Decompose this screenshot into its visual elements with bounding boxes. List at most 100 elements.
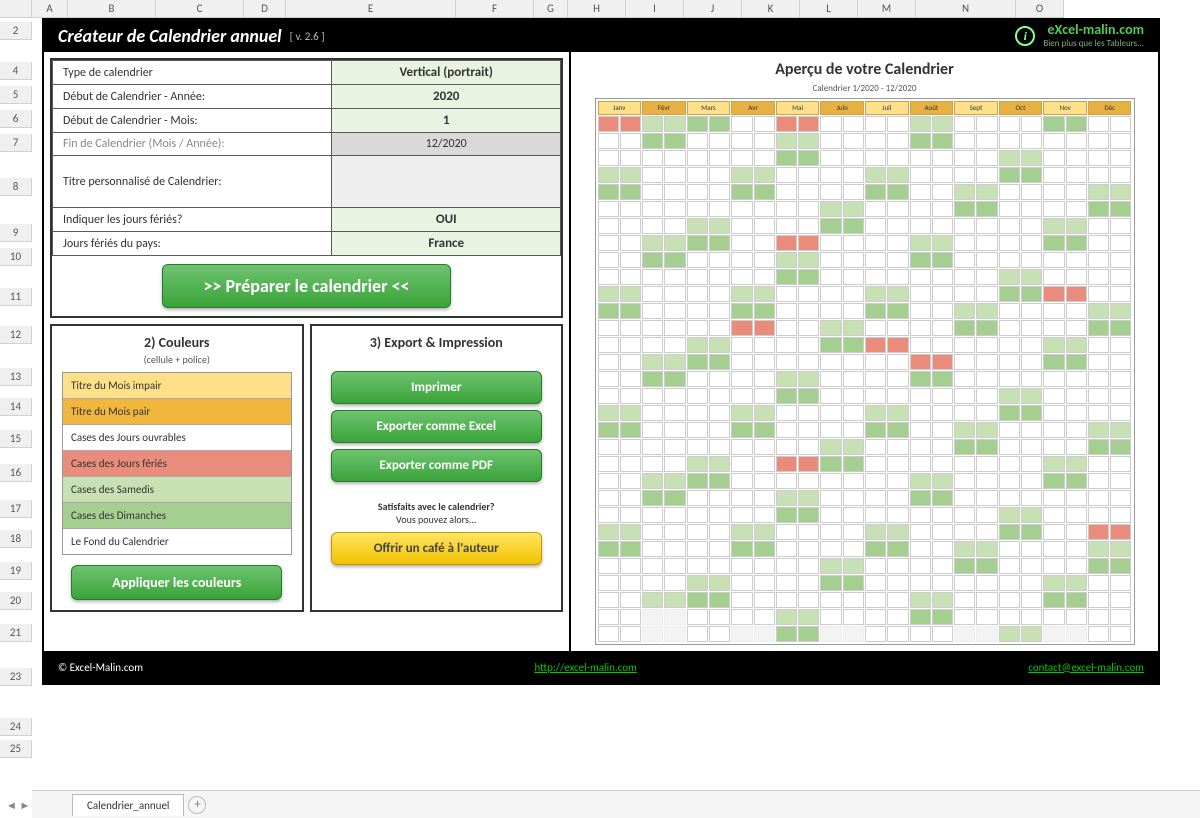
- day-cell: [1021, 422, 1042, 438]
- row-header[interactable]: 19: [0, 562, 32, 580]
- column-header[interactable]: G: [534, 0, 568, 18]
- day-cell: [798, 439, 819, 455]
- prepare-button[interactable]: >> Préparer le calendrier <<: [162, 264, 450, 308]
- day-cell: [1021, 524, 1042, 540]
- row-header[interactable]: 8: [0, 178, 32, 196]
- type-value[interactable]: Vertical (portrait): [332, 61, 561, 85]
- row-header[interactable]: 15: [0, 430, 32, 448]
- info-icon[interactable]: i: [1015, 26, 1035, 46]
- column-header[interactable]: O: [1016, 0, 1064, 18]
- day-cell: [1066, 456, 1087, 472]
- start-month-value[interactable]: 1: [332, 109, 561, 133]
- row-header[interactable]: 16: [0, 464, 32, 482]
- column-header[interactable]: N: [916, 0, 1016, 18]
- add-sheet-button[interactable]: +: [188, 796, 206, 814]
- day-cell: [1043, 541, 1064, 557]
- custom-title-value[interactable]: [332, 156, 561, 208]
- row-header[interactable]: 7: [0, 134, 32, 152]
- day-cell: [820, 337, 841, 353]
- day-cell: [1088, 592, 1109, 608]
- day-cell: [664, 133, 685, 149]
- day-cell: [1110, 541, 1131, 557]
- column-header[interactable]: M: [858, 0, 916, 18]
- row-header[interactable]: 21: [0, 624, 32, 642]
- column-header[interactable]: I: [626, 0, 684, 18]
- sheet-tab[interactable]: Calendrier_annuel: [72, 794, 184, 816]
- day-cell: [598, 116, 619, 132]
- month-header: Févr: [642, 101, 686, 115]
- footer-contact[interactable]: contact@excel-malin.com: [1028, 661, 1144, 674]
- column-header[interactable]: F: [456, 0, 534, 18]
- row-header[interactable]: 4: [0, 62, 32, 80]
- column-header[interactable]: A: [32, 0, 68, 18]
- day-cell: [843, 626, 864, 642]
- color-option[interactable]: Cases des Dimanches: [63, 503, 291, 529]
- day-cell: [1043, 320, 1064, 336]
- row-header[interactable]: 12: [0, 326, 32, 344]
- country-value[interactable]: France: [332, 232, 561, 256]
- column-header[interactable]: L: [800, 0, 858, 18]
- footer-url[interactable]: http://excel-malin.com: [534, 661, 636, 674]
- column-header[interactable]: D: [244, 0, 286, 18]
- row-header[interactable]: 5: [0, 86, 32, 104]
- color-option[interactable]: Cases des Jours ouvrables: [63, 425, 291, 451]
- column-header[interactable]: B: [68, 0, 156, 18]
- row-header[interactable]: 10: [0, 248, 32, 266]
- day-cell: [865, 303, 886, 319]
- row-header[interactable]: 2: [0, 22, 32, 40]
- day-cell: [598, 269, 619, 285]
- column-header[interactable]: J: [684, 0, 742, 18]
- day-cell: [1088, 320, 1109, 336]
- column-header[interactable]: H: [568, 0, 626, 18]
- brand-block[interactable]: eXcel-malin.com Bien plus que les Tableu…: [1043, 23, 1144, 49]
- color-option[interactable]: Le Fond du Calendrier: [63, 529, 291, 554]
- coffee-button[interactable]: Offrir un café à l'auteur: [331, 532, 542, 565]
- day-cell: [754, 184, 775, 200]
- day-cell: [887, 116, 908, 132]
- color-option[interactable]: Titre du Mois impair: [63, 373, 291, 399]
- day-cell: [1088, 286, 1109, 302]
- day-cell: [1066, 167, 1087, 183]
- day-cell: [887, 354, 908, 370]
- row-header[interactable]: 25: [0, 740, 32, 758]
- day-cell: [1088, 405, 1109, 421]
- row-header[interactable]: 24: [0, 718, 32, 736]
- row-header[interactable]: 20: [0, 592, 32, 610]
- day-cell: [1021, 337, 1042, 353]
- day-cell: [776, 507, 797, 523]
- color-option[interactable]: Titre du Mois pair: [63, 399, 291, 425]
- day-cell: [910, 541, 931, 557]
- apply-colors-button[interactable]: Appliquer les couleurs: [71, 565, 282, 600]
- day-cell: [976, 371, 997, 387]
- row-header[interactable]: 23: [0, 668, 32, 686]
- column-header[interactable]: E: [286, 0, 456, 18]
- day-cell: [798, 133, 819, 149]
- row-header[interactable]: 18: [0, 530, 32, 548]
- day-cell: [687, 269, 708, 285]
- row-header[interactable]: 11: [0, 288, 32, 306]
- day-cell: [754, 575, 775, 591]
- start-year-value[interactable]: 2020: [332, 85, 561, 109]
- print-button[interactable]: Imprimer: [331, 371, 542, 404]
- holidays-value[interactable]: OUI: [332, 208, 561, 232]
- color-option[interactable]: Cases des Samedis: [63, 477, 291, 503]
- row-header[interactable]: 9: [0, 224, 32, 242]
- column-header[interactable]: C: [156, 0, 244, 18]
- row-header[interactable]: 6: [0, 110, 32, 128]
- color-option[interactable]: Cases des Jours fériés: [63, 451, 291, 477]
- day-cell: [999, 388, 1020, 404]
- day-cell: [820, 524, 841, 540]
- export-pdf-button[interactable]: Exporter comme PDF: [331, 449, 542, 482]
- day-cell: [798, 252, 819, 268]
- day-cell: [910, 133, 931, 149]
- day-cell: [1043, 388, 1064, 404]
- day-cell: [999, 490, 1020, 506]
- row-header[interactable]: 17: [0, 500, 32, 518]
- tab-nav-arrows[interactable]: ◄ ►: [6, 799, 30, 812]
- row-header[interactable]: 14: [0, 398, 32, 416]
- day-cell: [954, 269, 975, 285]
- column-header[interactable]: K: [742, 0, 800, 18]
- export-excel-button[interactable]: Exporter comme Excel: [331, 410, 542, 443]
- day-cell: [976, 269, 997, 285]
- row-header[interactable]: 13: [0, 368, 32, 386]
